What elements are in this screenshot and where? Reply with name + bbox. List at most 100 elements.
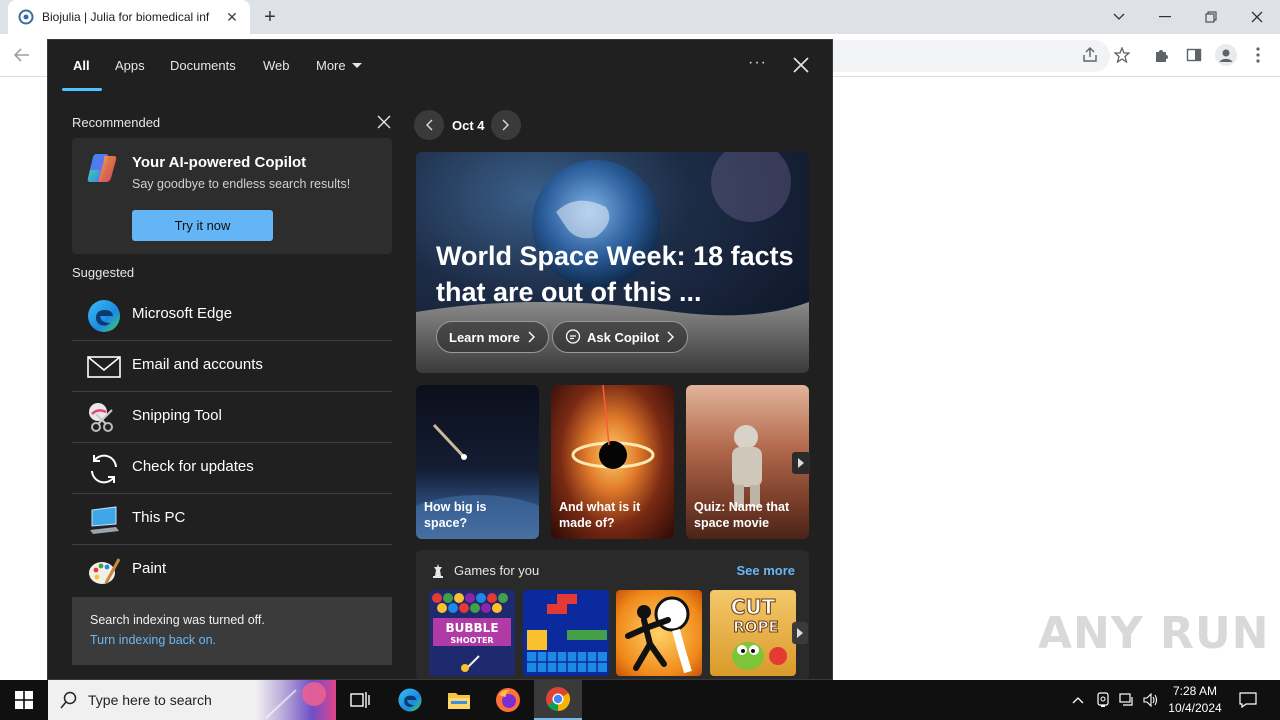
- caret-right-icon: [797, 628, 803, 638]
- highlight-tile-space-movie-quiz[interactable]: Quiz: Name that space movie: [686, 385, 809, 539]
- cut-the-rope-thumbnail: CUT ROPE: [730, 595, 787, 670]
- taskbar-clock[interactable]: 7:28 AM 10/4/2024: [1162, 683, 1228, 717]
- windows-logo-icon: [15, 691, 33, 709]
- tray-network-button[interactable]: [1116, 680, 1138, 720]
- chess-piece-icon: [433, 564, 443, 578]
- suggested-app-edge[interactable]: Microsoft Edge: [72, 290, 392, 341]
- app-label: Check for updates: [132, 458, 254, 475]
- suggested-app-paint[interactable]: Paint: [72, 545, 392, 596]
- tab-all[interactable]: All: [73, 58, 90, 73]
- chevron-up-icon: [1072, 697, 1084, 704]
- restore-icon[interactable]: [1188, 0, 1234, 34]
- kebab-menu-icon[interactable]: [1246, 43, 1270, 67]
- dismiss-recommended-icon[interactable]: [377, 115, 391, 129]
- chevron-right-icon: [528, 331, 535, 343]
- copilot-logo-icon: [87, 154, 117, 182]
- browser-tabstrip: Biojulia | Julia for biomedical inf ✕ +: [0, 0, 1280, 34]
- tab-web[interactable]: Web: [263, 58, 290, 73]
- clock-date: 10/4/2024: [1168, 701, 1222, 715]
- taskbar-edge[interactable]: [386, 680, 434, 720]
- indexing-message: Search indexing was turned off.: [90, 613, 265, 627]
- suggested-app-check-updates[interactable]: Check for updates: [72, 443, 392, 494]
- show-hidden-icons-button[interactable]: [1068, 680, 1088, 720]
- new-tab-button[interactable]: +: [258, 5, 282, 29]
- game-stickman-fighter[interactable]: [616, 590, 702, 676]
- learn-more-label: Learn more: [449, 329, 520, 345]
- profile-avatar-icon[interactable]: [1214, 43, 1238, 67]
- tile-caption: Quiz: Name that space movie: [694, 500, 790, 530]
- share-icon[interactable]: [1078, 43, 1102, 67]
- caret-down-icon: [351, 63, 362, 68]
- shooter-word: SHOOTER: [450, 636, 493, 645]
- tab-more-label: More: [316, 58, 346, 73]
- search-scope-tabs: All Apps Documents Web More ···: [48, 40, 832, 92]
- tiles-next-button[interactable]: [792, 452, 810, 474]
- anyrun-watermark: ANY RUN: [1038, 608, 1270, 659]
- notifications-button[interactable]: [1234, 680, 1262, 720]
- cut-word: CUT: [731, 595, 776, 619]
- volume-icon: [1143, 693, 1158, 707]
- previous-day-button[interactable]: [414, 110, 444, 140]
- suggested-app-this-pc[interactable]: This PC: [72, 494, 392, 545]
- recommended-heading: Recommended: [72, 115, 161, 130]
- game-block-puzzle[interactable]: [523, 590, 609, 676]
- stickman-thumbnail: [625, 596, 692, 674]
- highlight-tile-space-matter[interactable]: And what is it made of?: [551, 385, 674, 539]
- see-more-link[interactable]: See more: [736, 563, 795, 578]
- taskbar-chrome[interactable]: [534, 680, 582, 720]
- browser-tab[interactable]: Biojulia | Julia for biomedical inf ✕: [8, 0, 250, 34]
- extensions-puzzle-icon[interactable]: [1150, 43, 1174, 67]
- device-icon: [1097, 692, 1109, 707]
- back-arrow-icon[interactable]: [10, 43, 34, 67]
- taskbar-file-explorer[interactable]: [435, 680, 483, 720]
- copilot-card-title: Your AI-powered Copilot: [132, 154, 307, 171]
- task-view-button[interactable]: [336, 680, 384, 720]
- suggested-app-email[interactable]: Email and accounts: [72, 341, 392, 392]
- suggested-heading: Suggested: [72, 265, 135, 280]
- tray-volume-button[interactable]: [1140, 680, 1162, 720]
- taskbar-firefox[interactable]: [484, 680, 532, 720]
- start-button[interactable]: [0, 680, 48, 720]
- bookmark-star-icon[interactable]: [1110, 43, 1134, 67]
- games-heading: Games for you: [454, 563, 540, 578]
- block-puzzle-thumbnail: [527, 594, 607, 672]
- chevron-left-icon: [426, 119, 433, 131]
- suggested-app-snipping-tool[interactable]: Snipping Tool: [72, 392, 392, 443]
- turn-indexing-on-link[interactable]: Turn indexing back on.: [90, 633, 216, 647]
- next-day-button[interactable]: [491, 110, 521, 140]
- panel-close-icon[interactable]: [790, 54, 812, 76]
- try-it-now-button[interactable]: Try it now: [132, 210, 273, 241]
- chevron-right-icon: [502, 119, 509, 131]
- tab-apps[interactable]: Apps: [115, 58, 145, 73]
- snipping-tool-icon: [89, 403, 113, 432]
- chevron-down-icon[interactable]: [1096, 0, 1142, 34]
- mail-icon: [87, 356, 121, 378]
- side-panel-icon[interactable]: [1182, 43, 1206, 67]
- game-bubble-shooter[interactable]: BUBBLE SHOOTER: [429, 590, 515, 676]
- tab-more[interactable]: More: [316, 58, 362, 73]
- computer-icon: [90, 506, 119, 534]
- search-highlight-hero[interactable]: World Space Week: 18 facts that are out …: [416, 152, 809, 373]
- app-label: This PC: [132, 509, 186, 526]
- chat-bubble-icon: [565, 329, 581, 344]
- edge-icon: [398, 688, 422, 712]
- highlight-tile-space-size[interactable]: How big is space?: [416, 385, 539, 539]
- ask-copilot-button[interactable]: Ask Copilot: [552, 321, 689, 353]
- minimize-icon[interactable]: [1142, 0, 1188, 34]
- tab-title: Biojulia | Julia for biomedical inf: [42, 10, 210, 24]
- app-label: Paint: [132, 560, 167, 577]
- app-label: Microsoft Edge: [132, 305, 233, 322]
- game-cut-the-rope[interactable]: CUT ROPE: [710, 590, 796, 676]
- more-options-icon[interactable]: ···: [748, 54, 767, 72]
- caret-right-icon: [798, 458, 804, 468]
- taskbar-search-box[interactable]: Type here to search: [48, 680, 336, 720]
- tray-device-icon-button[interactable]: [1092, 680, 1114, 720]
- learn-more-button[interactable]: Learn more: [436, 321, 549, 353]
- tab-close-icon[interactable]: ✕: [224, 9, 240, 25]
- window-close-icon[interactable]: [1234, 0, 1280, 34]
- windows-taskbar: Type here to search 7:28 AM 10/4/2024: [0, 680, 1280, 720]
- tab-documents[interactable]: Documents: [170, 58, 236, 73]
- highlights-date-nav: Oct 4: [414, 110, 554, 140]
- app-label: Snipping Tool: [132, 407, 222, 424]
- games-next-button[interactable]: [792, 622, 808, 644]
